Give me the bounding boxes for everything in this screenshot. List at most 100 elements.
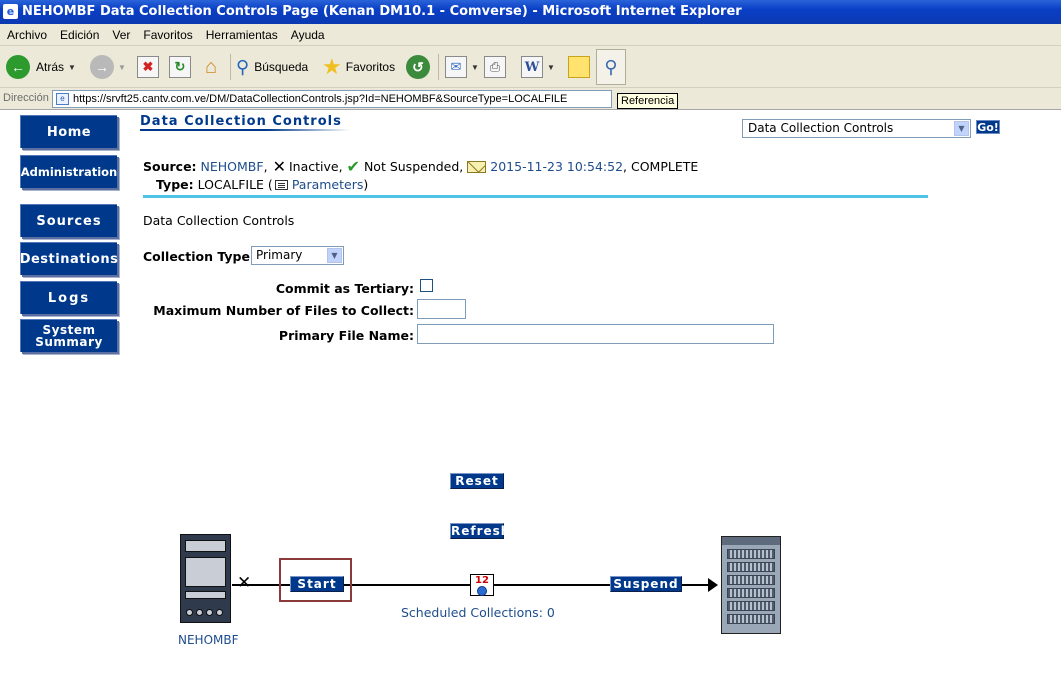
research-button[interactable]: ⚲ [596,49,626,85]
server-bay [185,557,226,587]
window-title: NEHOMBF Data Collection Controls Page (K… [22,4,742,19]
chevron-down-icon[interactable]: ▼ [327,248,342,263]
menu-archivo[interactable]: Archivo [0,24,53,46]
server-slot [727,549,775,559]
server-top [722,537,780,545]
source-server-icon[interactable] [180,534,231,623]
mail-button[interactable]: ✉ ▼ [445,52,479,82]
home-page-button[interactable]: ⌂ [200,52,222,82]
mail-dropdown-icon[interactable]: ▼ [471,63,479,72]
suspend-button[interactable]: Suspend [610,576,682,592]
server-bay [185,591,226,599]
address-input[interactable]: e https://srvft25.cantv.com.ve/DM/DataCo… [52,90,612,108]
print-icon: ⎙ [484,56,506,78]
back-button[interactable]: ← Atrás ▼ [6,52,76,82]
address-label: Dirección [3,92,49,104]
discuss-button[interactable] [568,52,590,82]
collection-type-value: Primary [256,248,303,262]
nav-home-button[interactable]: Home [20,115,117,148]
forward-arrow-icon: → [90,55,114,79]
stop-button[interactable]: ✖ [137,52,159,82]
refresh-icon: ↻ [169,56,191,78]
collection-type-label: Collection Type: [143,249,255,264]
edit-dropdown-icon[interactable]: ▼ [547,63,555,72]
menu-herramientas[interactable]: Herramientas [199,24,284,46]
max-files-label: Maximum Number of Files to Collect: [153,303,414,318]
history-button[interactable]: ↺ [406,52,430,82]
star-icon: ★ [322,54,342,79]
source-name-link[interactable]: NEHOMBF [201,159,264,174]
favorites-button[interactable]: ★ Favoritos [322,52,395,82]
go-button[interactable]: Go! [976,120,1000,134]
nav-destinations-label: Destinations [19,251,119,267]
envelope-icon[interactable] [467,160,487,173]
nav-sources-button[interactable]: Sources [20,204,117,237]
nav-logs-button[interactable]: Logs [20,281,117,314]
browser-toolbar: ← Atrás ▼ → ▼ ✖ ↻ ⌂ ⚲ Búsqueda ★ Favorit… [0,46,1061,88]
section-title: Data Collection Controls [143,213,295,228]
stop-icon: ✖ [137,56,159,78]
source-label: Source: [143,159,197,174]
search-label: Búsqueda [254,60,309,74]
forward-dropdown-icon[interactable]: ▼ [118,63,126,72]
destination-server-icon[interactable] [721,536,781,634]
mail-icon: ✉ [445,56,467,78]
nav-system-summary-button[interactable]: System Summary [20,319,117,352]
back-dropdown-icon[interactable]: ▼ [68,63,76,72]
blocked-x-icon: ✕ [237,573,252,593]
print-button[interactable]: ⎙ [484,52,506,82]
server-light [206,609,213,616]
source-node-label[interactable]: NEHOMBF [178,633,239,647]
primary-file-input[interactable] [417,324,774,344]
inactive-status: Inactive, [288,159,343,174]
collection-type-select[interactable]: Primary ▼ [251,246,344,265]
note-icon [568,56,590,78]
source-type-line: Type: LOCALFILE ( Parameters) [156,177,369,192]
schedule-clock-icon[interactable]: 12 [470,574,494,596]
commit-tertiary-checkbox[interactable] [420,279,433,292]
server-slot [727,601,775,611]
refresh-button[interactable]: Refresh [450,523,509,539]
type-value: LOCALFILE [197,177,264,192]
favorites-label: Favoritos [345,60,396,74]
home-icon: ⌂ [204,55,218,78]
address-url: https://srvft25.cantv.com.ve/DM/DataColl… [73,93,568,105]
forward-button[interactable]: → ▼ [90,52,126,82]
parameters-link[interactable]: Parameters [292,177,364,192]
server-light [216,609,223,616]
nav-logs-label: Logs [47,290,91,306]
page-select[interactable]: Data Collection Controls ▼ [742,119,971,138]
chevron-down-icon[interactable]: ▼ [954,121,969,136]
refresh-page-button[interactable]: ↻ [169,52,191,82]
max-files-input[interactable] [417,299,466,319]
type-label: Type: [156,177,194,192]
nav-sources-label: Sources [36,213,102,229]
search-button[interactable]: ⚲ Búsqueda [236,52,308,82]
menu-edicion[interactable]: Edición [53,24,105,46]
server-bay [185,540,226,552]
server-slot [727,588,775,598]
menu-ayuda[interactable]: Ayuda [284,24,331,46]
search-icon: ⚲ [236,56,250,77]
server-slot [727,614,775,624]
source-status-line: Source: NEHOMBF, ✕ Inactive, ✔ Not Suspe… [143,157,699,176]
menu-favoritos[interactable]: Favoritos [136,24,198,46]
nav-home-label: Home [46,124,92,140]
page-title: Data Collection Controls [140,114,342,129]
server-slot [727,575,775,585]
scheduled-collections-label: Scheduled Collections: 0 [401,605,555,620]
reset-button[interactable]: Reset [450,473,504,489]
nav-destinations-button[interactable]: Destinations [19,242,119,275]
flow-arrow-head [708,578,718,592]
back-label: Atrás [36,60,65,74]
edit-button[interactable]: W ▼ [521,52,555,82]
menu-ver[interactable]: Ver [105,24,136,46]
suspend-status: Not Suspended, [363,159,464,174]
nav-administration-button[interactable]: Administration [20,155,117,188]
last-event-link[interactable]: 2015-11-23 10:54:52 [490,159,623,174]
parameters-icon [274,179,288,190]
history-icon: ↺ [406,55,430,79]
start-button[interactable]: Start [290,576,344,592]
server-light [186,609,193,616]
checkmark-icon: ✔ [346,157,360,176]
